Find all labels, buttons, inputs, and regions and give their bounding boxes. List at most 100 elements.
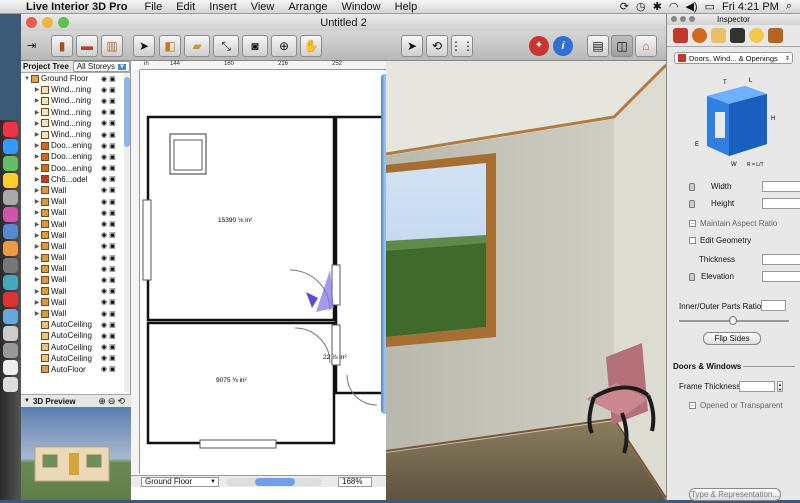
window-symbol[interactable]	[142, 199, 152, 281]
visibility-icon[interactable]: ◉	[101, 287, 107, 295]
tree-item[interactable]: ▶ Wall ◉ ▣	[21, 286, 130, 297]
lock-icon[interactable]	[689, 182, 695, 191]
disclosure-closed-icon[interactable]: ▶	[33, 142, 41, 149]
lock-icon[interactable]: ▣	[109, 153, 116, 161]
visibility-icon[interactable]: ◉	[101, 365, 107, 373]
lock-icon[interactable]: ▣	[109, 142, 116, 150]
minimize-icon[interactable]	[680, 16, 686, 22]
select-3d-button[interactable]: ➤	[401, 35, 423, 57]
tree-item[interactable]: ▶ Wall ◉ ▣	[21, 308, 130, 319]
lock-icon[interactable]: ▣	[109, 131, 116, 139]
visibility-icon[interactable]: ◉	[101, 265, 107, 273]
visibility-icon[interactable]: ◉	[101, 231, 107, 239]
lock-icon[interactable]: ▣	[109, 209, 116, 217]
floor-plan-canvas[interactable]: 15390 ⅛ in² 9075 ⅜ in² 22 ⅞ in²	[140, 70, 386, 475]
lock-icon[interactable]: ▣	[109, 108, 116, 116]
disclosure-closed-icon[interactable]: ▶	[33, 198, 41, 205]
select-tool-button[interactable]: ➤	[133, 35, 155, 57]
lock-icon[interactable]: ▣	[109, 343, 116, 351]
disclosure-closed-icon[interactable]: ▶	[33, 299, 41, 306]
plan-scroll-thumb[interactable]	[255, 477, 295, 486]
tree-item[interactable]: AutoFloor ◉ ▣	[21, 364, 130, 375]
height-field[interactable]	[762, 198, 800, 209]
dock-app-icon[interactable]	[3, 343, 18, 358]
disclosure-closed-icon[interactable]: ▶	[33, 310, 41, 317]
disclosure-closed-icon[interactable]: ▶	[33, 221, 41, 228]
walk-button[interactable]: ⋮⋮	[450, 35, 474, 57]
spotlight-icon[interactable]: ⌕	[786, 0, 792, 13]
dock-app-icon[interactable]	[3, 309, 18, 324]
lock-icon[interactable]	[689, 199, 695, 208]
visibility-icon[interactable]: ◉	[101, 310, 107, 318]
tree-item[interactable]: ▶ Wind...ning ◉ ▣	[21, 129, 130, 140]
sync-icon[interactable]: ⟳	[620, 0, 629, 13]
camera-button[interactable]: ◙	[242, 35, 268, 57]
window-symbol[interactable]	[331, 264, 341, 306]
disclosure-closed-icon[interactable]: ▶	[33, 131, 41, 138]
opened-checkbox[interactable]: –	[689, 402, 696, 409]
visibility-icon[interactable]: ◉	[101, 108, 107, 116]
3d-view[interactable]	[386, 61, 666, 500]
menu-file[interactable]: File	[144, 1, 162, 13]
tab-material-icon[interactable]	[692, 28, 707, 43]
storeys-select[interactable]: All Storeys ▼	[72, 61, 130, 72]
dock-app-icon[interactable]	[3, 190, 18, 205]
lock-icon[interactable]: ▣	[109, 186, 116, 194]
menu-arrange[interactable]: Arrange	[288, 1, 327, 13]
zoom-icon[interactable]	[689, 16, 695, 22]
tree-item[interactable]: ▶ Doo...ening ◉ ▣	[21, 140, 130, 151]
time-machine-icon[interactable]: ◷	[636, 0, 646, 13]
plan-horizontal-scrollbar[interactable]	[227, 477, 322, 486]
aspect-checkbox[interactable]: –	[689, 220, 696, 227]
tree-item[interactable]: ▶ Wind...ning ◉ ▣	[21, 118, 130, 129]
wifi-icon[interactable]: ◠	[669, 0, 679, 13]
disclosure-closed-icon[interactable]: ▶	[33, 97, 41, 104]
lock-icon[interactable]: ▣	[109, 287, 116, 295]
add-wall-button[interactable]: ▥	[101, 35, 123, 57]
lock-icon[interactable]: ▣	[109, 86, 116, 94]
width-field[interactable]	[762, 181, 800, 192]
tree-item[interactable]: ▶ Wall ◉ ▣	[21, 196, 130, 207]
visibility-icon[interactable]: ◉	[101, 220, 107, 228]
clock[interactable]: Fri 4:21 PM	[722, 1, 779, 13]
visibility-icon[interactable]: ◉	[101, 332, 107, 340]
lock-icon[interactable]: ▣	[109, 75, 116, 83]
tree-item[interactable]: AutoCeiling ◉ ▣	[21, 330, 130, 341]
menu-edit[interactable]: Edit	[176, 1, 195, 13]
tree-scrollbar[interactable]	[124, 73, 130, 392]
tree-item[interactable]: ▶ Wall ◉ ▣	[21, 218, 130, 229]
disclosure-closed-icon[interactable]: ▶	[33, 153, 41, 160]
lock-icon[interactable]	[689, 272, 695, 281]
view-split-button[interactable]: ◫	[611, 35, 633, 57]
add-furniture-button[interactable]: ▬	[76, 35, 98, 57]
window-3d[interactable]	[386, 153, 496, 347]
add-door-button[interactable]: ▮	[51, 35, 73, 57]
disclosure-closed-icon[interactable]: ▶	[33, 288, 41, 295]
room-area-label[interactable]: 9075 ⅜ in²	[216, 377, 248, 384]
tree-item[interactable]: ▶ Wall ◉ ▣	[21, 241, 130, 252]
visibility-icon[interactable]: ◉	[101, 298, 107, 306]
lock-icon[interactable]: ▣	[109, 321, 116, 329]
zoom-icon[interactable]	[58, 17, 69, 28]
menu-help[interactable]: Help	[395, 1, 418, 13]
lock-icon[interactable]: ▣	[109, 254, 116, 262]
disclosure-closed-icon[interactable]: ▶	[33, 176, 41, 183]
lock-icon[interactable]: ▣	[109, 175, 116, 183]
visibility-icon[interactable]: ◉	[101, 354, 107, 362]
bluetooth-icon[interactable]: ✱	[653, 0, 662, 13]
tree-item[interactable]: ▶ Wall ◉ ▣	[21, 263, 130, 274]
disclosure-open-icon[interactable]: ▼	[23, 76, 31, 82]
edit-geometry-checkbox[interactable]	[689, 237, 696, 244]
visibility-icon[interactable]: ◉	[101, 164, 107, 172]
thickness-field[interactable]	[762, 254, 800, 265]
dock-app-icon[interactable]	[3, 139, 18, 154]
dock-app-icon[interactable]	[3, 173, 18, 188]
lock-icon[interactable]: ▣	[109, 276, 116, 284]
lock-icon[interactable]: ▣	[109, 298, 116, 306]
visibility-icon[interactable]: ◉	[101, 198, 107, 206]
lock-icon[interactable]: ▣	[109, 265, 116, 273]
menu-window[interactable]: Window	[342, 1, 381, 13]
tree-item[interactable]: AutoCeiling ◉ ▣	[21, 319, 130, 330]
lock-icon[interactable]: ▣	[109, 198, 116, 206]
dock-app-icon[interactable]	[3, 224, 18, 239]
